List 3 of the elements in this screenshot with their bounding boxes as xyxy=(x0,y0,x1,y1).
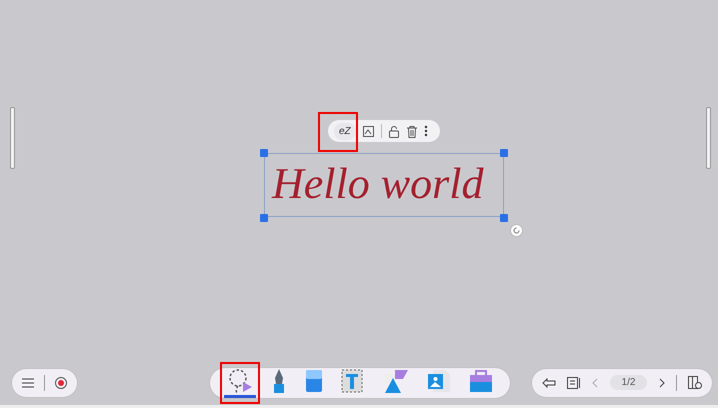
handwritten-text: Hello world xyxy=(272,162,484,206)
page-indicator: 1/2 xyxy=(610,375,648,390)
convert-text-button[interactable]: eZ xyxy=(334,122,356,140)
